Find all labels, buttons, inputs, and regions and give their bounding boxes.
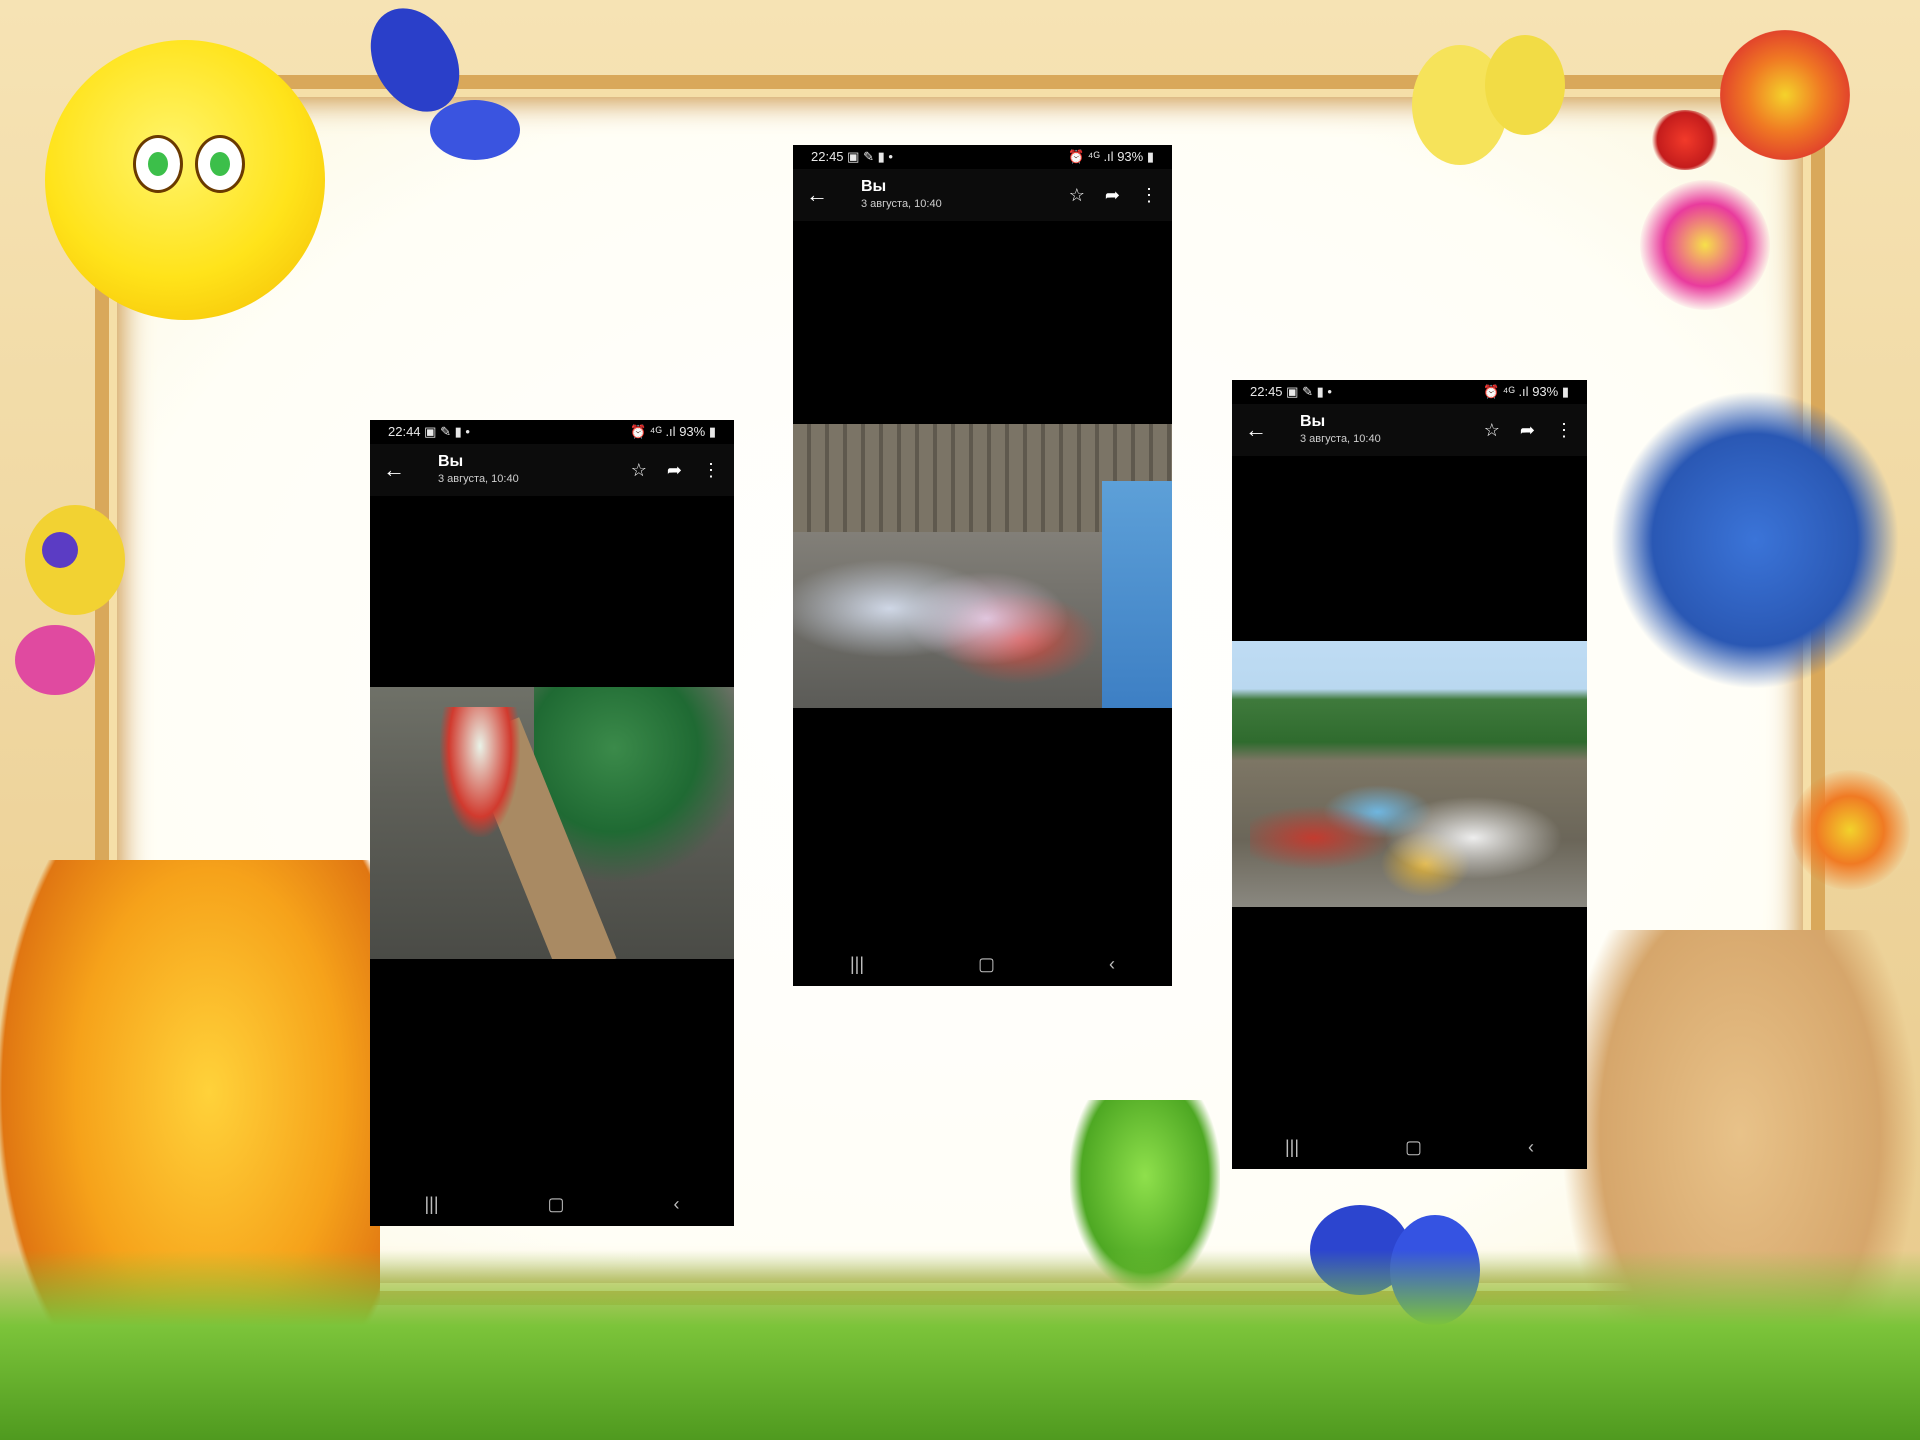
recents-button[interactable]: ||| (424, 1194, 438, 1215)
home-button[interactable]: ▢ (1405, 1137, 1422, 1158)
photo-group-outdoors[interactable] (1232, 641, 1587, 907)
battery-icon: ▮ (708, 424, 716, 439)
signal-icons: ⏰ ⁴ᴳ .ıl (630, 424, 676, 439)
app-bar: ← Вы 3 августа, 10:40 ☆ ➦ ⋮ (370, 444, 734, 496)
more-options-icon[interactable]: ⋮ (1555, 420, 1573, 441)
sun-illustration (45, 40, 325, 320)
message-date: 3 августа, 10:40 (438, 473, 519, 485)
signal-icons: ⏰ ⁴ᴳ .ıl (1068, 149, 1114, 164)
butterfly-pink-icon (15, 505, 125, 695)
photo-children (793, 509, 1116, 708)
system-nav-bar: ||| ▢ ‹ (793, 942, 1172, 986)
butterfly-blue-icon (370, 8, 520, 160)
butterfly-yellow-icon (1412, 35, 1565, 165)
flower-red-icon (1720, 30, 1850, 160)
chat-title: Вы (438, 453, 464, 470)
share-icon[interactable]: ➦ (1105, 185, 1120, 206)
photo-child-with-apples[interactable] (370, 687, 734, 959)
system-nav-bar: ||| ▢ ‹ (370, 1182, 734, 1226)
notification-icons: ▣ ✎ ▮ • (1286, 384, 1332, 399)
status-bar: 22:45 ▣ ✎ ▮ • ⏰ ⁴ᴳ .ıl 93% ▮ (1232, 380, 1587, 404)
star-icon[interactable]: ☆ (1484, 420, 1500, 441)
parrot-illustration (1610, 390, 1900, 690)
clock: 22:45 (1250, 384, 1283, 399)
sun-eye-icon (195, 135, 245, 193)
ladybug-icon (1650, 110, 1720, 170)
phone-screenshot-3: 22:45 ▣ ✎ ▮ • ⏰ ⁴ᴳ .ıl 93% ▮ ← Вы 3 авгу… (1232, 380, 1587, 1169)
battery-level: 93% (1532, 384, 1559, 399)
message-date: 3 августа, 10:40 (1300, 433, 1381, 445)
flower-pink-icon (1640, 180, 1770, 310)
photo-children-dancing[interactable] (793, 424, 1172, 708)
photo-child (440, 707, 520, 837)
back-arrow-icon[interactable]: ← (1232, 417, 1280, 443)
system-nav-bar: ||| ▢ ‹ (1232, 1125, 1587, 1169)
status-bar: 22:45 ▣ ✎ ▮ • ⏰ ⁴ᴳ .ıl 93% ▮ (793, 145, 1172, 169)
battery-icon: ▮ (1561, 384, 1569, 399)
signal-icons: ⏰ ⁴ᴳ .ıl (1483, 384, 1529, 399)
clock: 22:44 (388, 424, 421, 439)
photo-group (1249, 734, 1570, 907)
notification-icons: ▣ ✎ ▮ • (424, 424, 470, 439)
more-options-icon[interactable]: ⋮ (702, 460, 720, 481)
star-icon[interactable]: ☆ (631, 460, 647, 481)
phone-screenshot-2: 22:45 ▣ ✎ ▮ • ⏰ ⁴ᴳ .ıl 93% ▮ ← Вы 3 авгу… (793, 145, 1172, 986)
chat-title: Вы (1300, 413, 1326, 430)
nav-back-button[interactable]: ‹ (1109, 954, 1115, 975)
sun-eye-icon (133, 135, 183, 193)
battery-level: 93% (679, 424, 706, 439)
back-arrow-icon[interactable]: ← (793, 182, 841, 208)
battery-icon: ▮ (1146, 149, 1154, 164)
star-icon[interactable]: ☆ (1069, 185, 1085, 206)
phone-screenshot-1: 22:44 ▣ ✎ ▮ • ⏰ ⁴ᴳ .ıl 93% ▮ ← Вы 3 авгу… (370, 420, 734, 1226)
message-date: 3 августа, 10:40 (861, 198, 942, 210)
flower-orange-icon (1790, 770, 1910, 890)
app-bar: ← Вы 3 августа, 10:40 ☆ ➦ ⋮ (793, 169, 1172, 221)
battery-level: 93% (1117, 149, 1144, 164)
more-options-icon[interactable]: ⋮ (1140, 185, 1158, 206)
chat-title: Вы (861, 178, 887, 195)
share-icon[interactable]: ➦ (667, 460, 682, 481)
clock: 22:45 (811, 149, 844, 164)
nav-back-button[interactable]: ‹ (1528, 1137, 1534, 1158)
home-button[interactable]: ▢ (548, 1194, 565, 1215)
share-icon[interactable]: ➦ (1520, 420, 1535, 441)
notification-icons: ▣ ✎ ▮ • (847, 149, 893, 164)
recents-button[interactable]: ||| (850, 954, 864, 975)
app-bar: ← Вы 3 августа, 10:40 ☆ ➦ ⋮ (1232, 404, 1587, 456)
photo-adult (1102, 480, 1172, 708)
grass-border (0, 1250, 1920, 1440)
back-arrow-icon[interactable]: ← (370, 457, 418, 483)
nav-back-button[interactable]: ‹ (674, 1194, 680, 1215)
status-bar: 22:44 ▣ ✎ ▮ • ⏰ ⁴ᴳ .ıl 93% ▮ (370, 420, 734, 444)
home-button[interactable]: ▢ (978, 954, 995, 975)
recents-button[interactable]: ||| (1285, 1137, 1299, 1158)
